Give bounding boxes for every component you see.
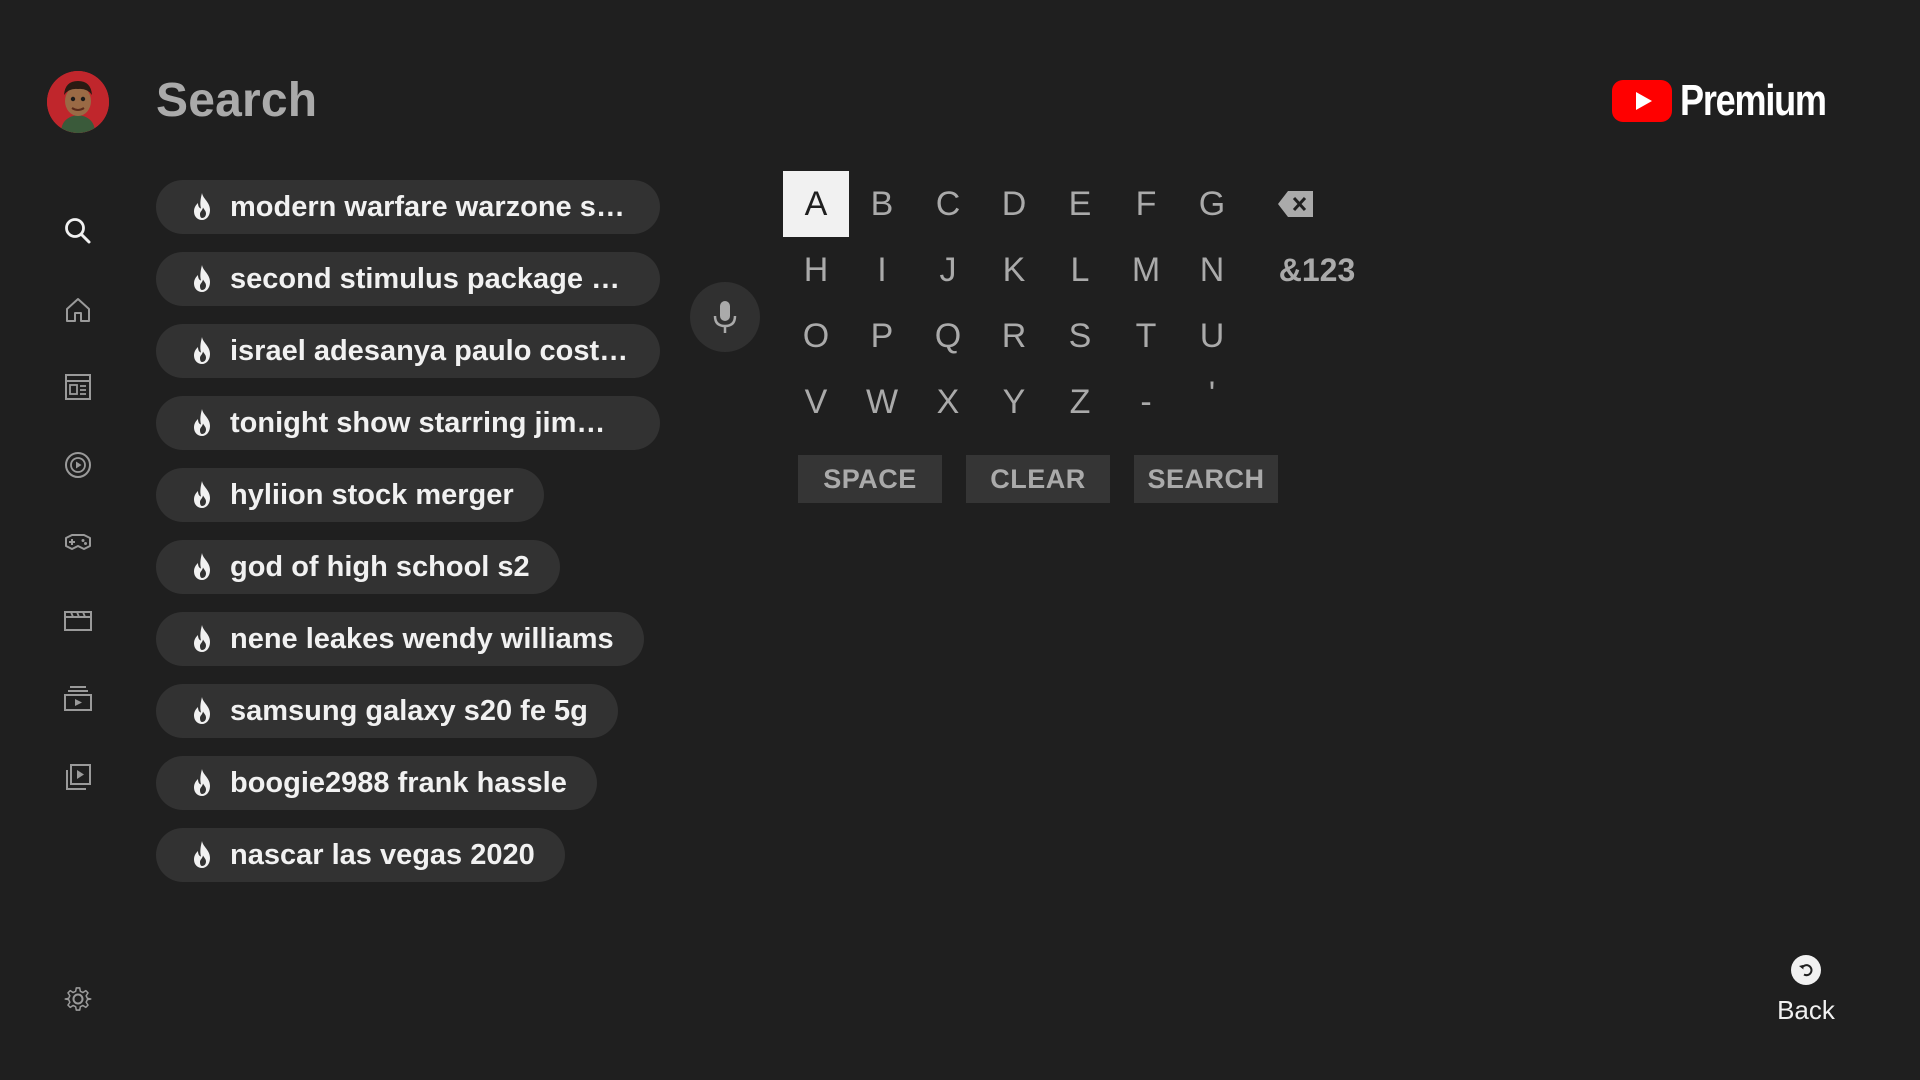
key-y[interactable]: Y — [981, 369, 1047, 435]
subscriptions-icon — [65, 374, 91, 400]
key-l[interactable]: L — [1047, 237, 1113, 303]
key-apostrophe[interactable]: ' — [1179, 361, 1245, 427]
nav-item-subscriptions[interactable] — [58, 367, 98, 407]
suggestion-text: israel adesanya paulo costa... — [230, 334, 630, 367]
suggestion-text: nascar las vegas 2020 — [230, 838, 535, 871]
suggestion-chip[interactable]: samsung galaxy s20 fe 5g — [156, 684, 618, 738]
nav-item-movies[interactable] — [58, 600, 98, 640]
key-z[interactable]: Z — [1047, 369, 1113, 435]
suggestion-text: tonight show starring jimmy... — [230, 406, 630, 439]
trending-fire-icon — [194, 409, 210, 436]
key-d[interactable]: D — [981, 171, 1047, 237]
suggestion-text: hyliion stock merger — [230, 478, 514, 511]
nav-item-library[interactable] — [58, 678, 98, 718]
suggestion-chip[interactable]: hyliion stock merger — [156, 468, 544, 522]
nav-item-music[interactable] — [58, 445, 98, 485]
space-button[interactable]: SPACE — [798, 455, 942, 503]
library-icon — [64, 686, 92, 711]
key-p[interactable]: P — [849, 303, 915, 369]
key-n[interactable]: N — [1179, 237, 1245, 303]
trending-fire-icon — [194, 769, 210, 796]
trending-fire-icon — [194, 481, 210, 508]
suggestion-text: boogie2988 frank hassle — [230, 766, 567, 799]
suggestion-text: samsung galaxy s20 fe 5g — [230, 694, 588, 727]
trending-fire-icon — [194, 553, 210, 580]
nav-item-gaming[interactable] — [58, 522, 98, 562]
suggestion-chip[interactable]: boogie2988 frank hassle — [156, 756, 597, 810]
key-v[interactable]: V — [783, 369, 849, 435]
suggestion-chip[interactable]: israel adesanya paulo costa... — [156, 324, 660, 378]
search-icon — [65, 218, 91, 244]
suggestion-text: nene leakes wendy williams — [230, 622, 614, 655]
search-button[interactable]: SEARCH — [1134, 455, 1278, 503]
symbols-key[interactable]: &123 — [1267, 237, 1367, 303]
music-disc-icon — [65, 452, 91, 478]
trending-fire-icon — [194, 193, 210, 220]
nav-item-your-videos[interactable] — [58, 757, 98, 797]
key-e[interactable]: E — [1047, 171, 1113, 237]
key-h[interactable]: H — [783, 237, 849, 303]
playlist-play-icon — [66, 764, 91, 790]
page-title: Search — [156, 74, 318, 127]
gamepad-icon — [65, 534, 91, 550]
avatar-image — [47, 71, 109, 133]
clapperboard-icon — [64, 611, 92, 631]
key-c[interactable]: C — [915, 171, 981, 237]
youtube-play-icon — [1612, 80, 1672, 122]
backspace-key[interactable] — [1263, 171, 1329, 237]
nav-item-settings[interactable] — [58, 979, 98, 1019]
microphone-icon — [713, 301, 737, 333]
key-s[interactable]: S — [1047, 303, 1113, 369]
suggestion-chip[interactable]: modern warfare warzone se... — [156, 180, 660, 234]
backspace-icon — [1278, 191, 1313, 217]
key-w[interactable]: W — [849, 369, 915, 435]
trending-fire-icon — [194, 337, 210, 364]
key-q[interactable]: Q — [915, 303, 981, 369]
clear-button[interactable]: CLEAR — [966, 455, 1110, 503]
key-b[interactable]: B — [849, 171, 915, 237]
trending-fire-icon — [194, 697, 210, 724]
key-k[interactable]: K — [981, 237, 1047, 303]
back-button[interactable]: Back — [1770, 955, 1842, 1026]
key-x[interactable]: X — [915, 369, 981, 435]
suggestion-chip[interactable]: god of high school s2 — [156, 540, 560, 594]
user-avatar[interactable] — [47, 71, 109, 133]
youtube-premium-logo: Premium — [1612, 76, 1858, 126]
key-m[interactable]: M — [1113, 237, 1179, 303]
suggestion-chip[interactable]: nene leakes wendy williams — [156, 612, 644, 666]
trending-fire-icon — [194, 841, 210, 868]
nav-item-search[interactable] — [58, 211, 98, 251]
key-u[interactable]: U — [1179, 303, 1245, 369]
trending-fire-icon — [194, 625, 210, 652]
voice-search-button[interactable] — [690, 282, 760, 352]
suggestion-chip[interactable]: tonight show starring jimmy... — [156, 396, 660, 450]
back-arrow-icon — [1791, 955, 1821, 985]
key-f[interactable]: F — [1113, 171, 1179, 237]
gear-icon — [64, 987, 92, 1011]
key-a[interactable]: A — [783, 171, 849, 237]
suggestion-chip[interactable]: second stimulus package c... — [156, 252, 660, 306]
key-r[interactable]: R — [981, 303, 1047, 369]
key-g[interactable]: G — [1179, 171, 1245, 237]
suggestion-chip[interactable]: nascar las vegas 2020 — [156, 828, 565, 882]
back-label: Back — [1777, 995, 1835, 1025]
home-icon — [66, 298, 90, 322]
suggestion-text: modern warfare warzone se... — [230, 190, 630, 223]
nav-item-home[interactable] — [58, 290, 98, 330]
suggestion-text: second stimulus package c... — [230, 262, 630, 295]
suggestion-text: god of high school s2 — [230, 550, 530, 583]
key-j[interactable]: J — [915, 237, 981, 303]
key-t[interactable]: T — [1113, 303, 1179, 369]
app-root: Search Premium modern warfare warzone se… — [0, 0, 1920, 1080]
logo-text: Premium — [1680, 76, 1827, 125]
key-hyphen[interactable]: - — [1113, 369, 1179, 435]
trending-fire-icon — [194, 265, 210, 292]
key-o[interactable]: O — [783, 303, 849, 369]
key-i[interactable]: I — [849, 237, 915, 303]
